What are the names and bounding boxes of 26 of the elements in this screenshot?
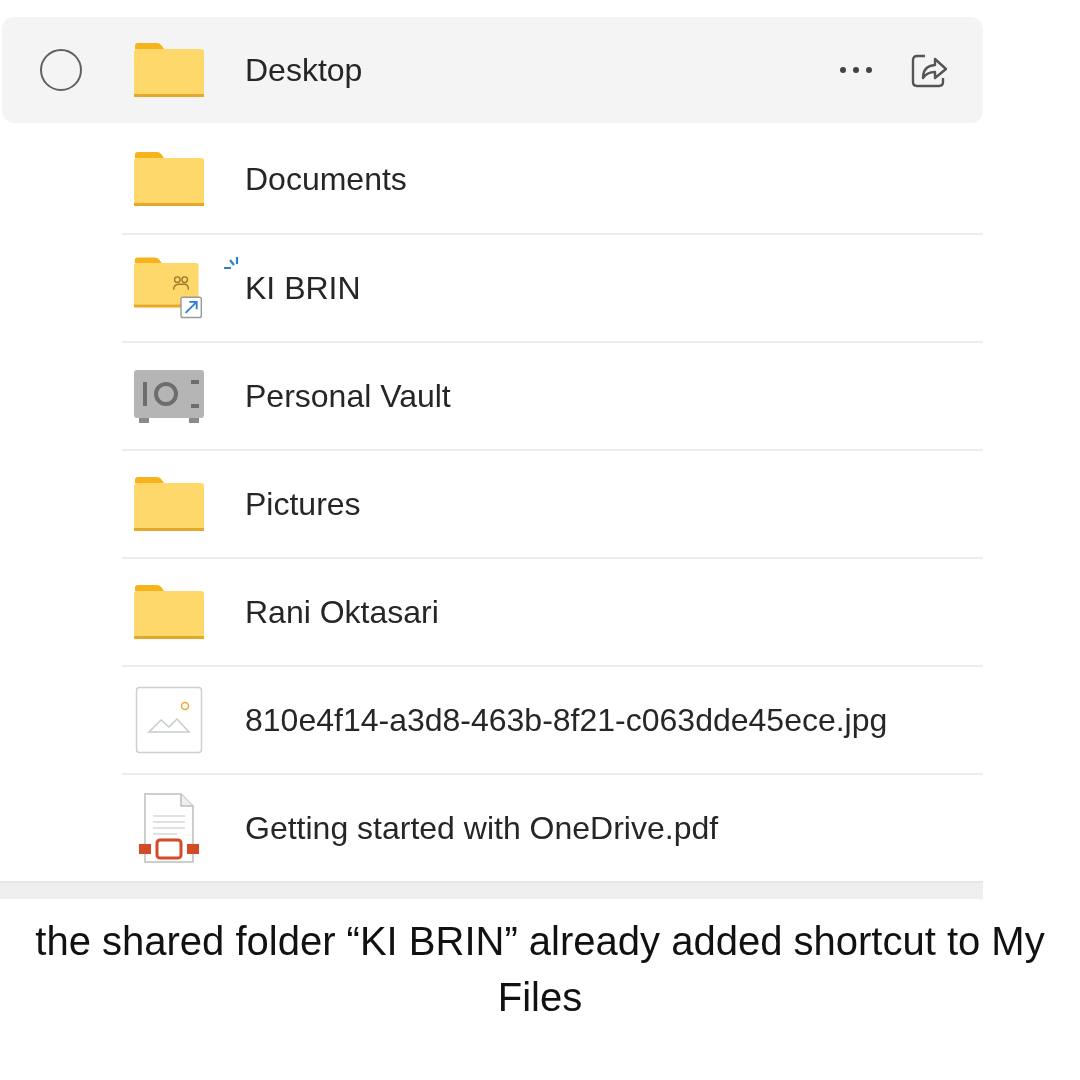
folder-icon [133, 42, 205, 98]
folder-icon [133, 151, 205, 207]
file-row[interactable]: Documents [2, 125, 983, 233]
more-icon [839, 66, 873, 74]
share-icon [911, 52, 949, 88]
safe-icon [133, 368, 205, 424]
folder-icon [133, 584, 205, 640]
file-row[interactable]: Pictures [2, 449, 983, 557]
pdf-file-icon [137, 792, 201, 864]
file-name[interactable]: KI BRIN [245, 269, 361, 307]
folder-icon [133, 476, 205, 532]
caption: the shared folder “KI BRIN” already added shortcut to My Files [34, 918, 1046, 1021]
file-name[interactable]: Documents [245, 160, 407, 198]
file-row[interactable]: KI BRIN [2, 233, 983, 341]
file-name[interactable]: Desktop [245, 51, 363, 89]
file-row[interactable]: 810e4f14-a3d8-463b-8f21-c063dde45ece.jpg [2, 665, 983, 773]
select-radio[interactable] [40, 49, 82, 91]
image-file-icon [135, 686, 203, 754]
file-name[interactable]: Personal Vault [245, 377, 451, 415]
file-name[interactable]: Getting started with OneDrive.pdf [245, 809, 719, 847]
file-name[interactable]: Rani Oktasari [245, 593, 439, 631]
file-name[interactable]: Pictures [245, 485, 361, 523]
file-name[interactable]: 810e4f14-a3d8-463b-8f21-c063dde45ece.jpg [245, 701, 888, 739]
file-row[interactable]: Rani Oktasari [2, 557, 983, 665]
file-row[interactable]: Desktop [2, 17, 983, 123]
file-row[interactable]: Personal Vault [2, 341, 983, 449]
